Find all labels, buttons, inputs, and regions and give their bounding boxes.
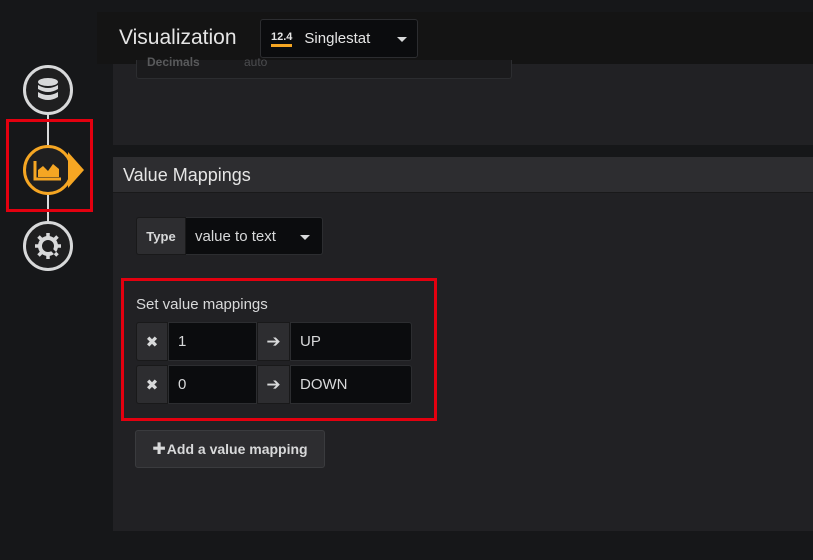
decimals-label: Decimals bbox=[147, 55, 200, 69]
mapping-row: ✖ 1 ➔ UP bbox=[136, 322, 412, 361]
database-icon bbox=[38, 78, 58, 100]
singlestat-icon: 12.4 bbox=[271, 31, 293, 47]
highlight-visualization-step bbox=[6, 119, 93, 212]
add-value-mapping-label: Add a value mapping bbox=[166, 441, 308, 457]
step-queries[interactable] bbox=[23, 65, 73, 115]
remove-mapping-button[interactable]: ✖ bbox=[136, 322, 168, 361]
mapping-type-row: Type value to text bbox=[136, 217, 323, 255]
mapping-text-input[interactable]: DOWN bbox=[290, 365, 412, 404]
visualization-picker-label: Singlestat bbox=[304, 30, 371, 47]
decimals-field[interactable]: Decimals auto bbox=[136, 55, 512, 79]
step-general[interactable] bbox=[23, 221, 73, 271]
arrow-right-icon: ➔ bbox=[257, 322, 290, 361]
mapping-row: ✖ 0 ➔ DOWN bbox=[136, 365, 412, 404]
mapping-value-input[interactable]: 0 bbox=[168, 365, 257, 404]
page-title: Visualization bbox=[119, 26, 237, 49]
mapping-text-input[interactable]: UP bbox=[290, 322, 412, 361]
plus-icon: ✚ bbox=[152, 441, 166, 458]
mapping-type-label: Type bbox=[136, 217, 186, 255]
editor-step-rail bbox=[0, 0, 97, 560]
arrow-right-icon: ➔ bbox=[257, 365, 290, 404]
decimals-placeholder: auto bbox=[244, 55, 268, 69]
chevron-down-icon bbox=[300, 235, 310, 240]
mapping-type-value: value to text bbox=[195, 227, 276, 245]
visualization-picker[interactable]: 12.4 Singlestat bbox=[260, 19, 418, 58]
mapping-type-select[interactable]: value to text bbox=[186, 217, 323, 255]
editor-header: Visualization 12.4 Singlestat bbox=[97, 12, 813, 64]
remove-mapping-button[interactable]: ✖ bbox=[136, 365, 168, 404]
close-icon: ✖ bbox=[145, 376, 159, 394]
value-mappings-header[interactable]: Value Mappings bbox=[113, 157, 813, 193]
gear-tools-icon bbox=[35, 233, 61, 259]
set-value-mappings-title: Set value mappings bbox=[136, 296, 268, 313]
options-panel: Decimals auto bbox=[113, 55, 813, 145]
chevron-down-icon bbox=[397, 37, 407, 42]
close-icon: ✖ bbox=[145, 333, 159, 351]
mapping-value-input[interactable]: 1 bbox=[168, 322, 257, 361]
value-mappings-title: Value Mappings bbox=[123, 165, 251, 185]
add-value-mapping-button[interactable]: ✚ Add a value mapping bbox=[135, 430, 325, 468]
